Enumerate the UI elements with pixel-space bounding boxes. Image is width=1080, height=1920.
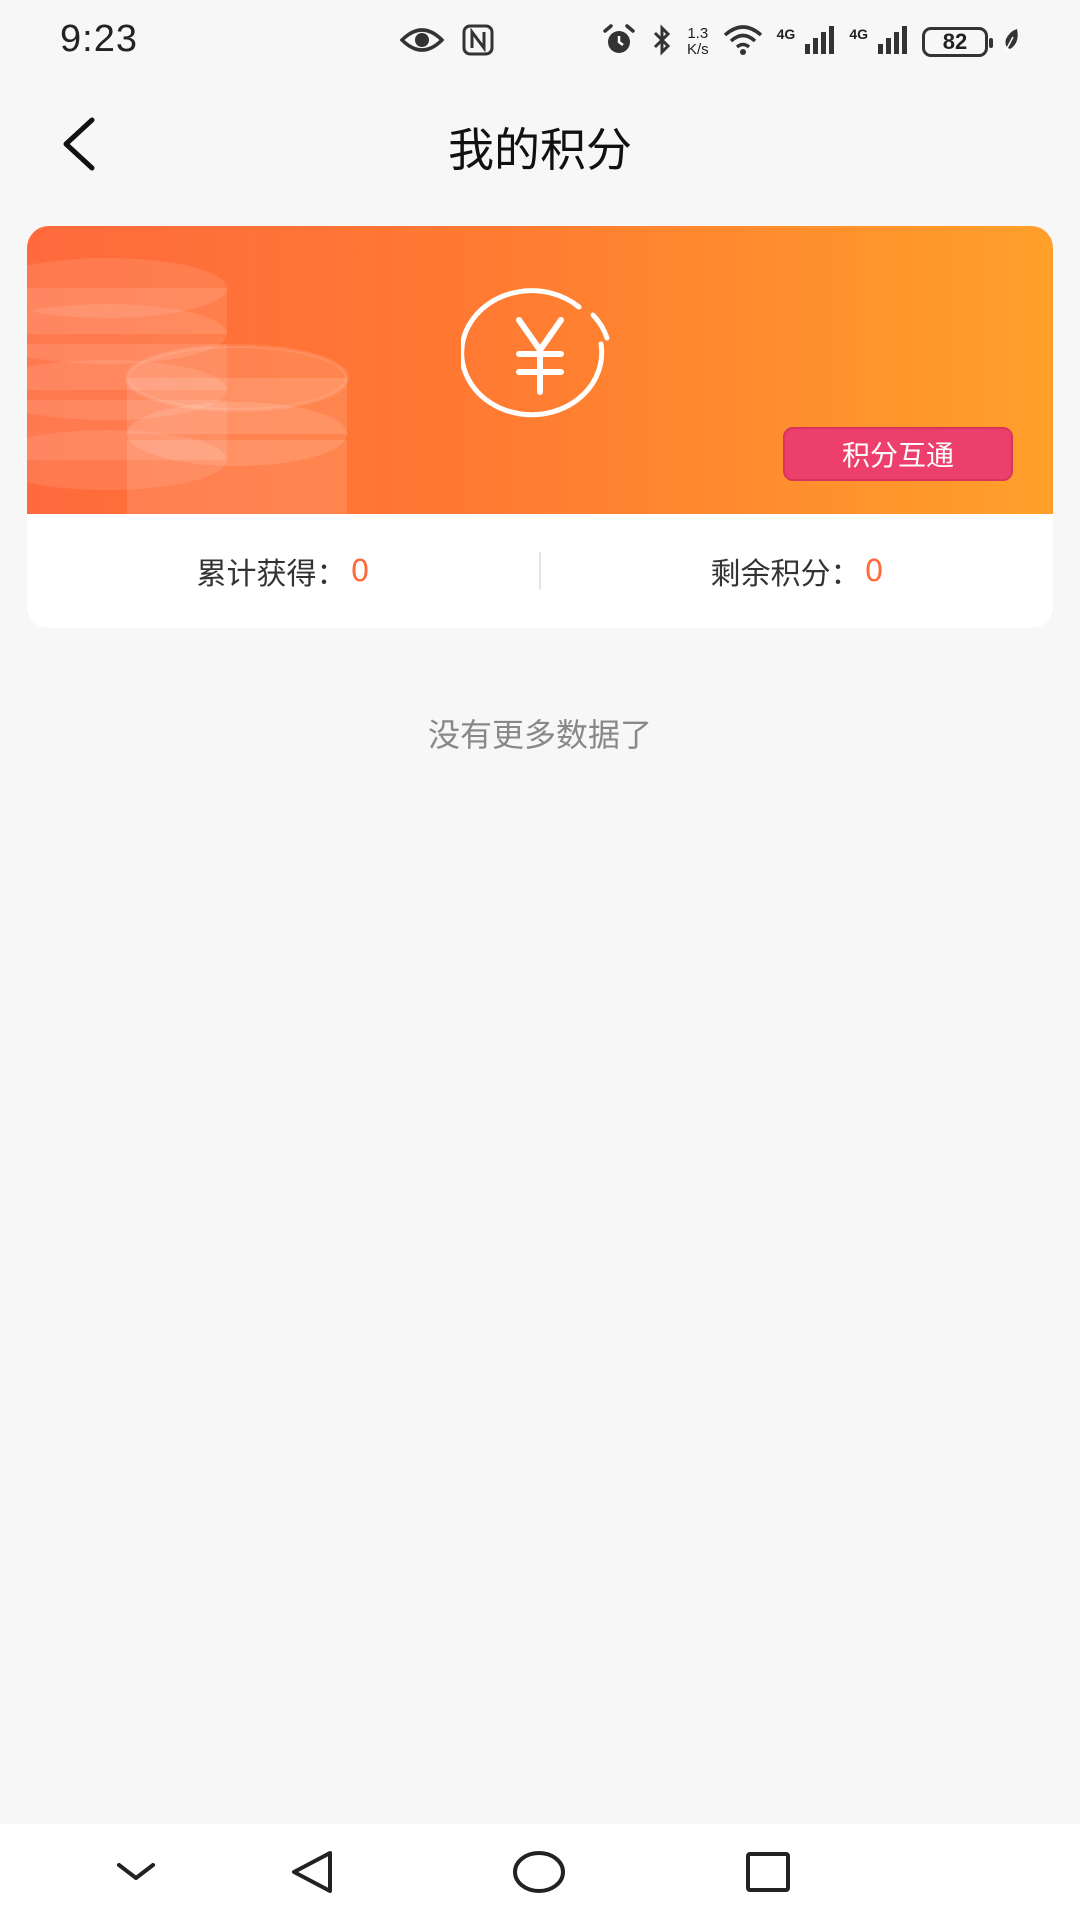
signal-1-label: 4G bbox=[776, 26, 796, 42]
points-card: 积分互通 累计获得： 0 剩余积分： 0 bbox=[27, 226, 1053, 628]
network-speed-value: 1.3 bbox=[687, 25, 709, 42]
points-exchange-button[interactable]: 积分互通 bbox=[783, 427, 1013, 481]
total-earned: 累计获得： 0 bbox=[27, 549, 539, 593]
chevron-down-icon bbox=[117, 1863, 155, 1880]
status-time: 9:23 bbox=[60, 18, 138, 60]
status-right-icons: 1.3 K/s 4G 4G 82 bbox=[601, 22, 1020, 62]
alarm-icon bbox=[601, 23, 637, 61]
total-earned-label: 累计获得： bbox=[196, 557, 347, 592]
points-stats: 累计获得： 0 剩余积分： 0 bbox=[27, 514, 1053, 628]
remaining-points: 剩余积分： 0 bbox=[541, 549, 1053, 593]
wifi-icon bbox=[723, 25, 763, 59]
status-center-icons bbox=[399, 24, 494, 60]
no-more-data-text: 没有更多数据了 bbox=[427, 716, 652, 754]
nav-back-button[interactable] bbox=[282, 1844, 342, 1900]
bluetooth-icon bbox=[651, 24, 673, 60]
coin-stack-decoration bbox=[27, 258, 349, 514]
battery-indicator: 82 bbox=[922, 27, 993, 57]
network-speed: 1.3 K/s bbox=[687, 26, 709, 58]
status-bar: 9:23 1.3 K/s 4G 4G 82 bbox=[0, 0, 1080, 86]
leaf-icon bbox=[1002, 27, 1020, 57]
signal-1-icon bbox=[803, 26, 835, 58]
yen-coin-icon bbox=[461, 288, 610, 418]
page-title: 我的积分 bbox=[448, 123, 632, 177]
system-nav-bar bbox=[0, 1824, 1080, 1920]
nfc-icon bbox=[462, 24, 494, 60]
signal-2-label: 4G bbox=[849, 26, 868, 42]
points-banner: 积分互通 bbox=[27, 226, 1053, 514]
remaining-points-value: 0 bbox=[864, 553, 884, 589]
remaining-points-label: 剩余积分： bbox=[710, 557, 861, 592]
hide-keyboard-button[interactable] bbox=[106, 1844, 166, 1900]
home-circle-icon bbox=[513, 1851, 565, 1893]
nav-recents-button[interactable] bbox=[738, 1844, 798, 1900]
points-screen: 9:23 1.3 K/s 4G 4G 82 我的积分 积分互通 累计获得： 0 … bbox=[0, 0, 1080, 1920]
nav-home-button[interactable] bbox=[509, 1844, 569, 1900]
signal-2-icon bbox=[876, 26, 908, 58]
title-bar: 我的积分 bbox=[0, 86, 1080, 202]
total-earned-value: 0 bbox=[350, 553, 370, 589]
recents-square-icon bbox=[746, 1852, 790, 1892]
eye-icon bbox=[399, 26, 445, 58]
network-speed-unit: K/s bbox=[686, 41, 709, 58]
back-triangle-icon bbox=[292, 1851, 332, 1893]
